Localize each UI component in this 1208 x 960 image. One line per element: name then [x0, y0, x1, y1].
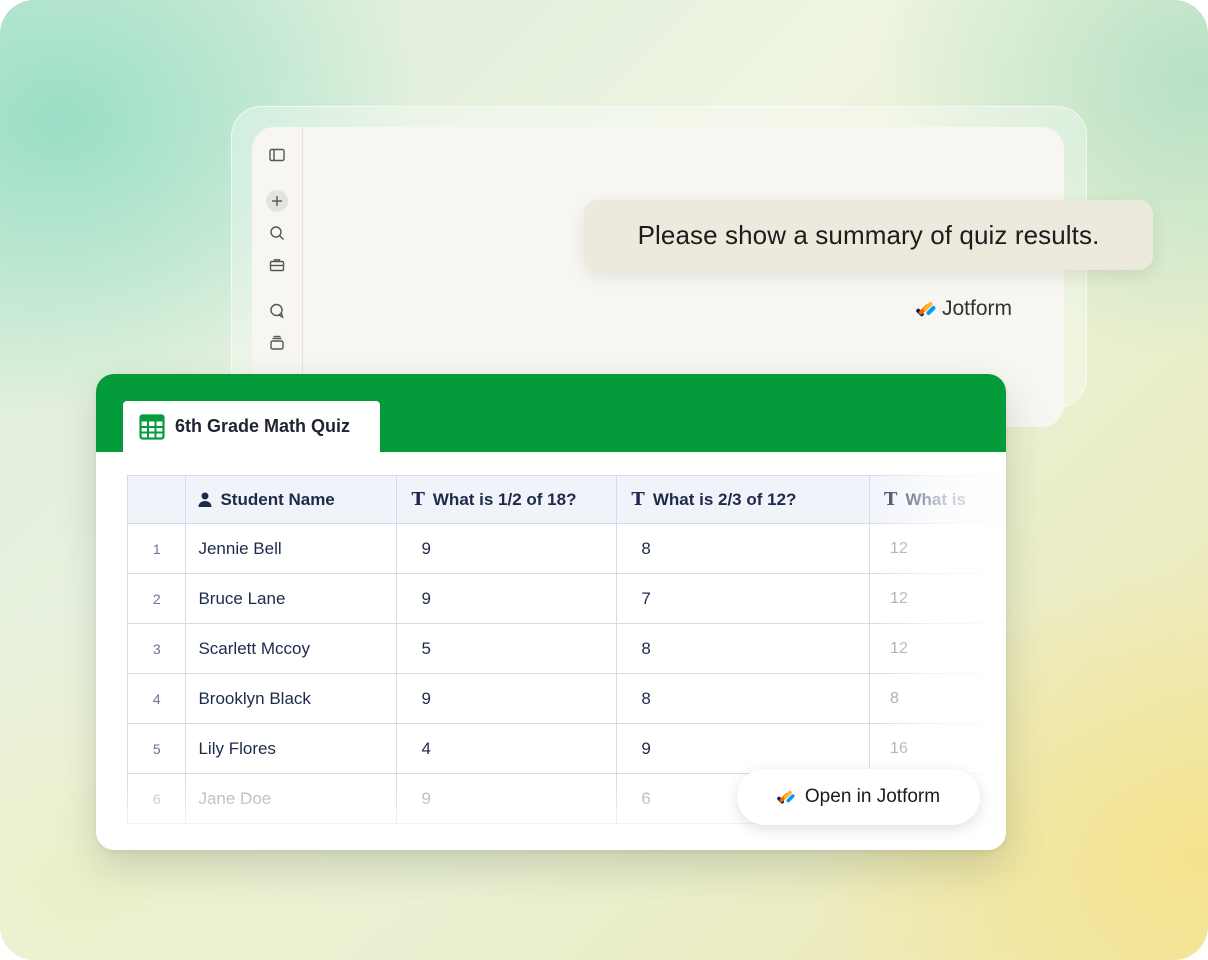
column-header-q2[interactable]: T What is 2/3 of 12? [616, 475, 871, 524]
cell-student-name[interactable]: Bruce Lane [185, 573, 398, 624]
cell-q3[interactable]: 8 [869, 673, 1006, 724]
chat-icon[interactable] [266, 300, 288, 322]
cell-q1[interactable]: 9 [396, 523, 618, 574]
brand-label: Jotform [942, 297, 1013, 320]
cell-q2[interactable]: 8 [616, 623, 871, 674]
tab-sheet[interactable]: 6th Grade Math Quiz [123, 401, 380, 452]
cell-q1[interactable]: 9 [396, 673, 618, 724]
row-number: 2 [127, 573, 187, 624]
spreadsheet-icon [139, 413, 165, 440]
jotform-logo-icon [777, 790, 795, 804]
cell-q3[interactable]: 16 [869, 723, 1006, 774]
cell-student-name[interactable]: Jennie Bell [185, 523, 398, 574]
row-number: 4 [127, 673, 187, 724]
table-row: 4 Brooklyn Black 9 8 8 [127, 673, 1006, 724]
row-number: 6 [127, 773, 187, 824]
column-header-student-name[interactable]: Student Name [185, 475, 398, 524]
cell-q2[interactable]: 8 [616, 523, 871, 574]
table-row: 2 Bruce Lane 9 7 12 [127, 573, 1006, 624]
cell-student-name[interactable]: Scarlett Mccoy [185, 623, 398, 674]
column-header-label: What is 1/2 of 18? [432, 489, 577, 509]
cell-q3[interactable]: 12 [869, 573, 1006, 624]
sidebar-toggle-icon[interactable] [266, 144, 288, 166]
cell-student-name[interactable]: Jane Doe [185, 773, 398, 824]
cell-q3[interactable]: 12 [869, 623, 1006, 674]
cell-q1[interactable]: 9 [396, 573, 618, 624]
user-message-bubble: Please show a summary of quiz results. [584, 200, 1153, 270]
column-header-row-number[interactable] [127, 475, 187, 524]
background-canvas: Please show a summary of quiz results. J… [0, 0, 1208, 960]
text-icon: T [411, 489, 425, 510]
cell-q3[interactable]: 12 [869, 523, 1006, 574]
table-row: 1 Jennie Bell 9 8 12 [127, 523, 1006, 574]
column-header-q1[interactable]: T What is 1/2 of 18? [396, 475, 618, 524]
row-number: 5 [127, 723, 187, 774]
column-header-label: What is [905, 489, 966, 509]
text-icon: T [884, 489, 898, 510]
column-header-label: What is 2/3 of 12? [652, 489, 797, 509]
person-icon [198, 492, 212, 507]
row-number: 3 [127, 623, 187, 674]
column-header-q3[interactable]: T What is [869, 475, 1006, 524]
briefcase-icon[interactable] [266, 254, 288, 276]
cell-q2[interactable]: 8 [616, 673, 871, 724]
row-number: 1 [127, 523, 187, 574]
table-header-row: Student Name T What is 1/2 of 18? T What… [127, 475, 1006, 524]
open-in-jotform-button[interactable]: Open in Jotform [737, 769, 980, 825]
cell-student-name[interactable]: Brooklyn Black [185, 673, 398, 724]
cell-student-name[interactable]: Lily Flores [185, 723, 398, 774]
open-button-label: Open in Jotform [804, 786, 941, 807]
table-row: 5 Lily Flores 4 9 16 [127, 723, 1006, 774]
cell-q1[interactable]: 4 [396, 723, 618, 774]
jotform-logo-icon [916, 302, 936, 317]
stack-icon[interactable] [266, 332, 288, 354]
cell-q1[interactable]: 9 [396, 773, 618, 824]
cell-q2[interactable]: 7 [616, 573, 871, 624]
jotform-brand: Jotform [916, 296, 1012, 322]
text-icon: T [631, 489, 645, 510]
plus-icon[interactable] [266, 190, 288, 212]
cell-q2[interactable]: 9 [616, 723, 871, 774]
search-icon[interactable] [266, 222, 288, 244]
cell-q1[interactable]: 5 [396, 623, 618, 674]
column-header-label: Student Name [220, 489, 335, 509]
table-row: 3 Scarlett Mccoy 5 8 12 [127, 623, 1006, 674]
sheet-tab-label: 6th Grade Math Quiz [175, 416, 351, 436]
